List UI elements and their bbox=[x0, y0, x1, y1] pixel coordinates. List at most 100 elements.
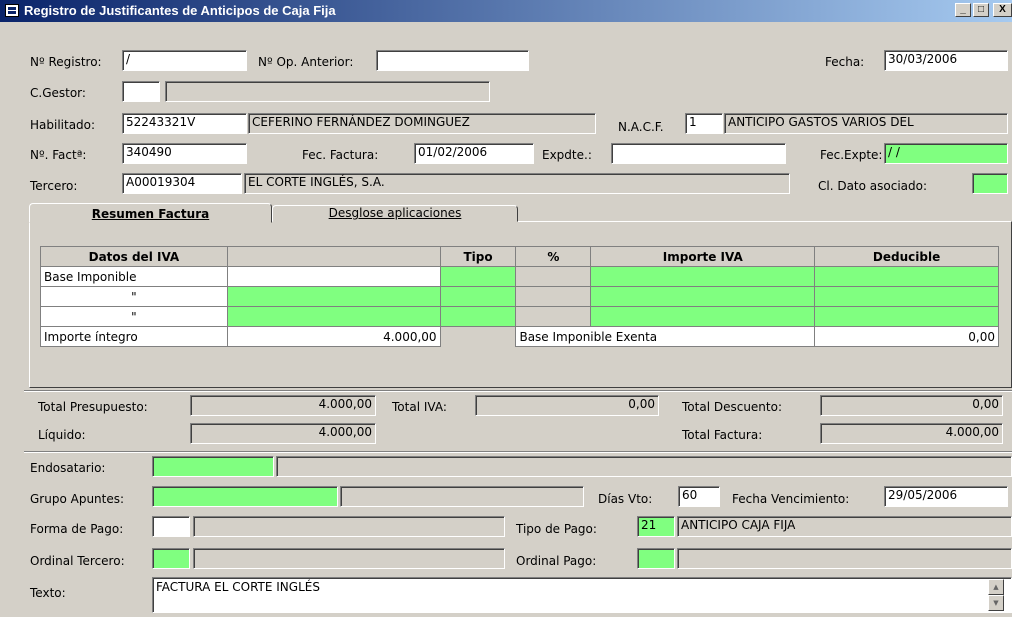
col-deducible: Deducible bbox=[814, 246, 999, 267]
base-exenta-label: Base Imponible Exenta bbox=[515, 326, 816, 347]
ordinal-tercero-desc-field bbox=[193, 548, 505, 569]
base-imponible-input[interactable] bbox=[226, 306, 441, 327]
habilitado-label: Habilitado: bbox=[30, 118, 96, 132]
ordinal-pago-label: Ordinal Pago: bbox=[516, 554, 597, 568]
minimize-button[interactable]: _ bbox=[955, 3, 971, 17]
scroll-up-icon[interactable]: ▲ bbox=[988, 579, 1004, 595]
base-imponible-input[interactable] bbox=[226, 266, 441, 287]
op-anterior-input[interactable] bbox=[376, 50, 529, 71]
dias-vto-label: Días Vto: bbox=[598, 492, 653, 506]
expdte-input[interactable] bbox=[611, 143, 786, 164]
fecha-input[interactable]: 30/03/2006 bbox=[884, 50, 1008, 71]
gestor-label: C.Gestor: bbox=[30, 86, 86, 100]
total-factura-label: Total Factura: bbox=[682, 428, 763, 442]
window-title: Registro de Justificantes de Anticipos d… bbox=[24, 3, 336, 18]
tipo-input[interactable] bbox=[439, 306, 517, 327]
dias-vto-input[interactable]: 60 bbox=[678, 486, 720, 507]
tercero-code-input[interactable]: A00019304 bbox=[122, 173, 242, 194]
fec-expte-label: Fec.Expte: bbox=[820, 148, 883, 162]
fecha-vencimiento-input[interactable]: 29/05/2006 bbox=[884, 486, 1008, 507]
divider bbox=[24, 451, 1012, 453]
base-exenta-value[interactable]: 0,00 bbox=[814, 326, 999, 347]
tipo-pago-label: Tipo de Pago: bbox=[516, 522, 597, 536]
tipo-input[interactable] bbox=[439, 266, 517, 287]
importe-iva-input[interactable] bbox=[590, 266, 816, 287]
ordinal-tercero-input[interactable] bbox=[152, 548, 190, 569]
endosatario-name-field bbox=[276, 456, 1012, 477]
grupo-apuntes-label: Grupo Apuntes: bbox=[30, 492, 125, 506]
ordinal-tercero-label: Ordinal Tercero: bbox=[30, 554, 125, 568]
texto-scrollbar[interactable]: ▲ ▼ bbox=[988, 579, 1004, 611]
tipo-pago-input[interactable]: 21 bbox=[637, 516, 675, 537]
forma-pago-desc-field bbox=[193, 516, 505, 537]
importe-integro-label: Importe íntegro bbox=[40, 326, 228, 347]
importe-iva-input[interactable] bbox=[590, 306, 816, 327]
scroll-down-icon[interactable]: ▼ bbox=[988, 595, 1004, 611]
gestor-name-field bbox=[165, 81, 490, 102]
forma-pago-input[interactable] bbox=[152, 516, 190, 537]
habilitado-nif-input[interactable]: 52243321V bbox=[122, 113, 247, 134]
endosatario-input[interactable] bbox=[152, 456, 274, 477]
close-button[interactable]: X bbox=[993, 3, 1012, 17]
tipo-pago-desc-field: ANTICIPO CAJA FIJA bbox=[677, 516, 1012, 537]
factura-number-label: Nº. Factª: bbox=[30, 148, 87, 162]
tab-desglose-label: Desglose aplicaciones bbox=[328, 206, 462, 220]
total-iva-label: Total IVA: bbox=[392, 400, 447, 414]
expdte-label: Expdte.: bbox=[542, 148, 592, 162]
base-imponible-input[interactable] bbox=[226, 286, 441, 307]
liquido-value: 4.000,00 bbox=[190, 423, 376, 444]
col-importe-iva: Importe IVA bbox=[590, 246, 816, 267]
gestor-code-input[interactable] bbox=[122, 81, 160, 102]
ordinal-pago-desc-field bbox=[677, 548, 1012, 569]
texto-label: Texto: bbox=[30, 586, 66, 600]
tab-desglose-aplicaciones[interactable]: Desglose aplicaciones bbox=[272, 205, 518, 222]
endosatario-label: Endosatario: bbox=[30, 461, 106, 475]
app-icon bbox=[5, 4, 19, 17]
dato-asociado-label: Cl. Dato asociado: bbox=[818, 179, 928, 193]
importe-integro-value[interactable]: 4.000,00 bbox=[226, 326, 441, 347]
total-presupuesto-value: 4.000,00 bbox=[190, 395, 376, 416]
ordinal-pago-input[interactable] bbox=[637, 548, 675, 569]
table-row: " bbox=[40, 286, 999, 307]
factura-number-input[interactable]: 340490 bbox=[122, 143, 247, 164]
nacf-desc-field: ANTICIPO GASTOS VARIOS DEL bbox=[724, 113, 1008, 134]
nacf-label: N.A.C.F. bbox=[618, 120, 664, 134]
registro-label: Nº Registro: bbox=[30, 55, 102, 69]
total-factura-value: 4.000,00 bbox=[820, 423, 1003, 444]
tercero-label: Tercero: bbox=[30, 179, 78, 193]
col-blank bbox=[226, 246, 441, 267]
table-row: Base Imponible bbox=[40, 266, 999, 287]
total-descuento-value: 0,00 bbox=[820, 395, 1003, 416]
window-title-bar[interactable]: Registro de Justificantes de Anticipos d… bbox=[0, 0, 1012, 22]
importe-iva-input[interactable] bbox=[590, 286, 816, 307]
deducible-input[interactable] bbox=[814, 286, 999, 307]
tercero-name-field: EL CORTE INGLÉS, S.A. bbox=[244, 173, 790, 194]
op-anterior-label: Nº Op. Anterior: bbox=[258, 55, 354, 69]
percent-cell bbox=[515, 306, 592, 327]
fec-factura-input[interactable]: 01/02/2006 bbox=[414, 143, 534, 164]
tab-resumen-label: Resumen Factura bbox=[91, 207, 210, 221]
deducible-input[interactable] bbox=[814, 266, 999, 287]
grupo-apuntes-input[interactable] bbox=[152, 486, 338, 507]
table-row: Importe íntegro 4.000,00 Base Imponible … bbox=[40, 326, 999, 347]
ditto-label: " bbox=[40, 306, 228, 327]
forma-pago-label: Forma de Pago: bbox=[30, 522, 124, 536]
tipo-input[interactable] bbox=[439, 286, 517, 307]
tab-resumen-factura[interactable]: Resumen Factura bbox=[29, 203, 272, 223]
col-tipo: Tipo bbox=[439, 246, 517, 267]
fec-expte-input[interactable]: / / bbox=[884, 143, 1008, 164]
divider bbox=[24, 390, 1012, 392]
dato-asociado-input[interactable] bbox=[972, 173, 1008, 194]
fecha-vencimiento-label: Fecha Vencimiento: bbox=[732, 492, 850, 506]
total-presupuesto-label: Total Presupuesto: bbox=[38, 400, 148, 414]
deducible-input[interactable] bbox=[814, 306, 999, 327]
nacf-input[interactable]: 1 bbox=[685, 113, 723, 134]
registro-input[interactable]: / bbox=[122, 50, 247, 71]
ditto-label: " bbox=[40, 286, 228, 307]
maximize-button[interactable]: □ bbox=[973, 3, 989, 17]
fec-factura-label: Fec. Factura: bbox=[302, 148, 379, 162]
liquido-label: Líquido: bbox=[38, 428, 86, 442]
percent-cell bbox=[515, 286, 592, 307]
texto-textarea[interactable]: FACTURA EL CORTE INGLÉS bbox=[152, 577, 1012, 613]
iva-header-row: Datos del IVA Tipo % Importe IVA Deducib… bbox=[40, 246, 999, 267]
